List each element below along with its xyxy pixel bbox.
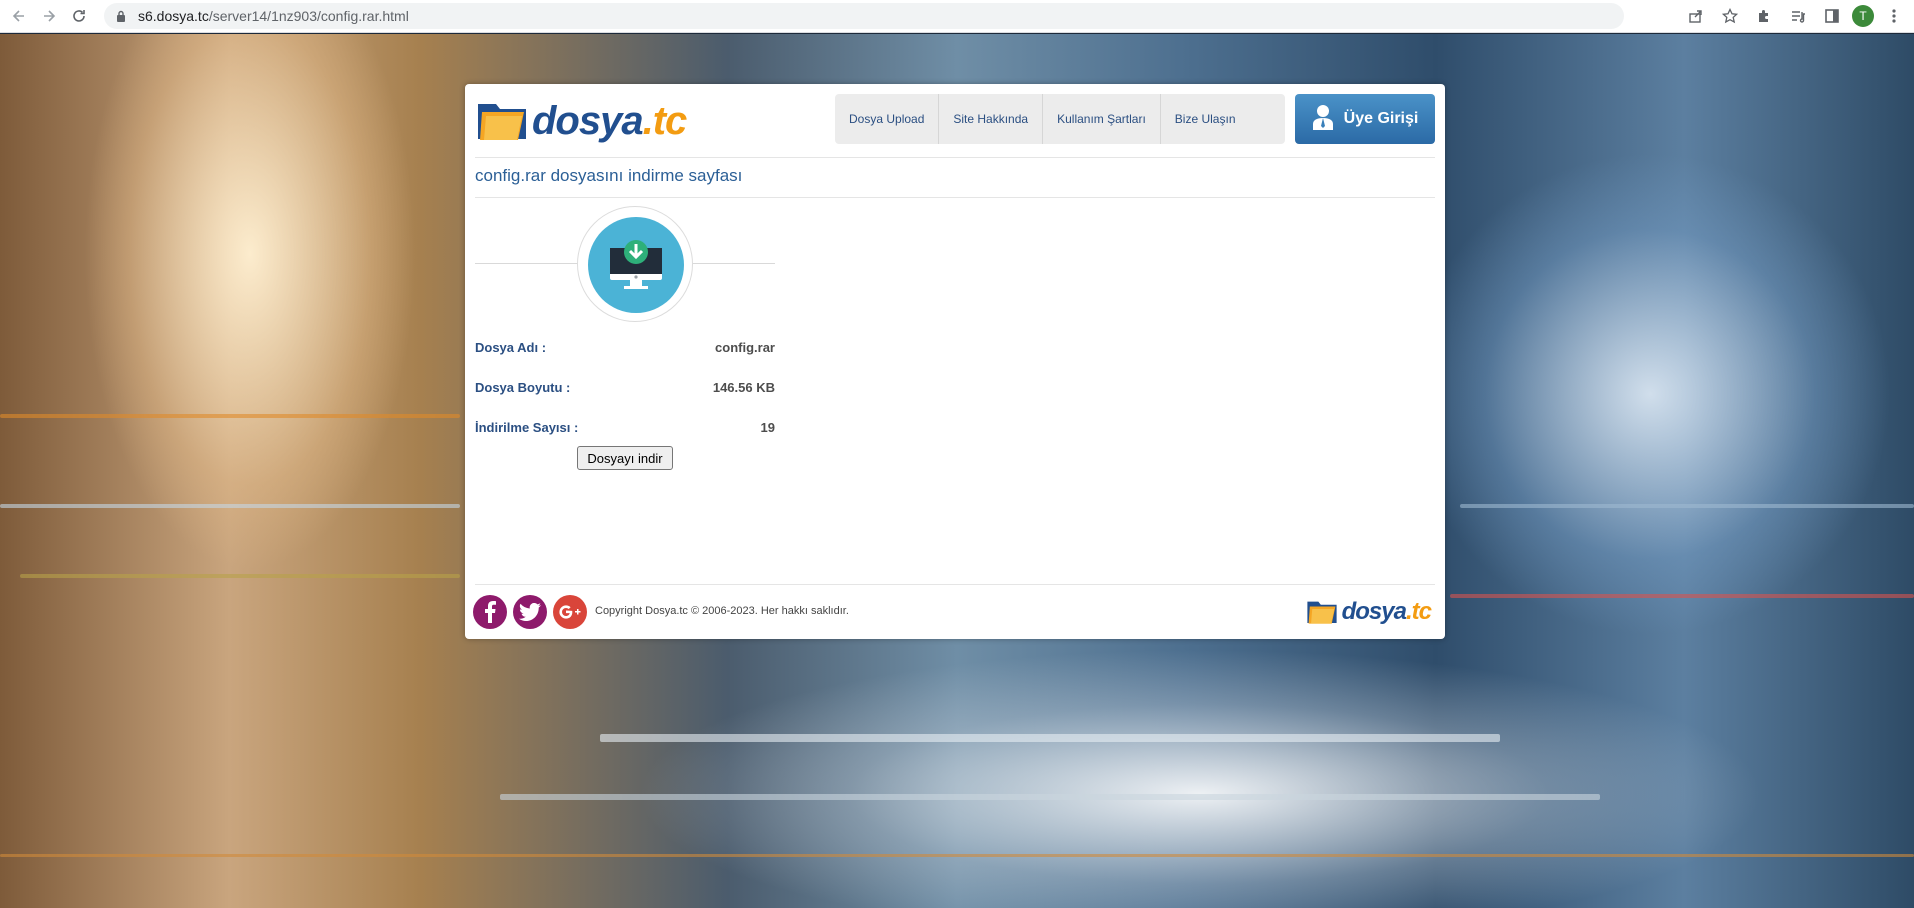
title-divider	[475, 197, 1435, 198]
file-name-label: Dosya Adı :	[475, 340, 547, 355]
nav-item-kullanim-sartlari[interactable]: Kullanım Şartları	[1043, 94, 1161, 144]
folder-logo-icon	[478, 104, 526, 140]
menu-icon[interactable]	[1880, 3, 1908, 29]
file-size-value: 146.56 KB	[712, 380, 775, 395]
login-label: Üye Girişi	[1343, 110, 1419, 127]
folder-logo-icon	[1307, 601, 1337, 624]
star-icon[interactable]	[1716, 3, 1744, 29]
browser-toolbar: s6.dosya.tc/server14/1nz903/config.rar.h…	[0, 0, 1914, 33]
download-count-row: İndirilme Sayısı : 19	[475, 420, 775, 440]
side-panel-icon[interactable]	[1818, 3, 1846, 29]
copyright-text: Copyright Dosya.tc © 2006-2023. Her hakk…	[595, 605, 849, 617]
back-icon[interactable]	[4, 1, 34, 31]
download-graphic	[475, 204, 775, 324]
file-size-row: Dosya Boyutu : 146.56 KB	[475, 380, 775, 400]
footer-logo[interactable]: dosya.tc	[1306, 595, 1432, 629]
file-name-row: Dosya Adı : config.rar	[475, 340, 775, 360]
file-name-value: config.rar	[715, 340, 775, 355]
download-count-value: 19	[760, 420, 775, 435]
download-card: dosya.tc Dosya Upload Site Hakkında Kull…	[465, 84, 1445, 639]
twitter-icon[interactable]	[513, 595, 547, 629]
nav-item-bize-ulasin[interactable]: Bize Ulaşın	[1161, 94, 1250, 144]
nav-item-site-hakkinda[interactable]: Site Hakkında	[939, 94, 1044, 144]
download-count-label: İndirilme Sayısı :	[475, 420, 579, 435]
google-plus-icon[interactable]	[553, 595, 587, 629]
page-title: config.rar dosyasını indirme sayfası	[475, 166, 743, 185]
nav-item-dosya-upload[interactable]: Dosya Upload	[835, 94, 940, 144]
reading-list-icon[interactable]	[1784, 3, 1812, 29]
footer-divider	[475, 584, 1435, 585]
facebook-icon[interactable]	[473, 595, 507, 629]
url-text: s6.dosya.tc/server14/1nz903/config.rar.h…	[138, 8, 409, 24]
top-navigation: Dosya Upload Site Hakkında Kullanım Şart…	[835, 94, 1285, 144]
extensions-icon[interactable]	[1750, 3, 1778, 29]
address-bar[interactable]: s6.dosya.tc/server14/1nz903/config.rar.h…	[104, 3, 1624, 29]
header-divider	[475, 157, 1435, 158]
lock-icon[interactable]	[114, 9, 128, 23]
avatar[interactable]: T	[1852, 5, 1874, 27]
reload-icon[interactable]	[64, 1, 94, 31]
user-icon	[1312, 104, 1334, 135]
forward-icon[interactable]	[34, 1, 64, 31]
download-monitor-icon	[588, 217, 684, 313]
file-size-label: Dosya Boyutu :	[475, 380, 571, 395]
login-button[interactable]: Üye Girişi	[1295, 94, 1435, 144]
share-icon[interactable]	[1682, 3, 1710, 29]
site-logo[interactable]: dosya.tc	[476, 96, 687, 146]
download-button[interactable]: Dosyayı indir	[577, 446, 673, 470]
